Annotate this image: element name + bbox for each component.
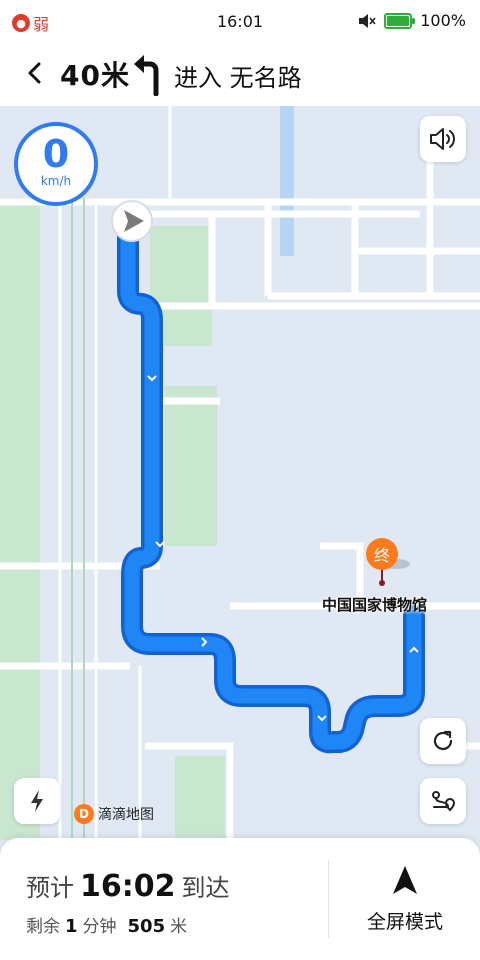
fullscreen-mode-button[interactable]: 全屏模式 bbox=[330, 838, 480, 960]
refresh-icon bbox=[433, 730, 453, 750]
map-brand-label: 滴滴地图 bbox=[98, 807, 154, 823]
route-overview-icon bbox=[432, 791, 456, 812]
remain-min-unit: 分钟 bbox=[82, 917, 117, 937]
current-location-marker bbox=[111, 200, 153, 242]
park-area bbox=[165, 386, 217, 546]
panel-divider bbox=[328, 860, 329, 938]
park-area bbox=[0, 198, 40, 840]
status-right: 100% bbox=[358, 11, 466, 30]
speed-unit: km/h bbox=[40, 174, 72, 188]
trip-info-panel: 预计 16:02 到达 剩余 1 分钟 505 米 全屏模式 bbox=[0, 838, 480, 960]
remain-dist-unit: 米 bbox=[170, 917, 188, 937]
eta-suffix: 到达 bbox=[181, 874, 230, 902]
navigation-arrow-icon bbox=[393, 865, 417, 894]
battery-charging-icon bbox=[384, 12, 416, 29]
next-turn-distance: 40米 bbox=[60, 59, 130, 92]
eta-time: 16:02 bbox=[80, 869, 176, 904]
mute-icon bbox=[359, 13, 376, 28]
eta-prefix: 预计 bbox=[26, 874, 74, 902]
speaker-icon bbox=[430, 128, 455, 150]
refresh-route-button[interactable] bbox=[420, 718, 466, 764]
speed-indicator: 0 km/h bbox=[14, 122, 98, 206]
park-area bbox=[175, 756, 225, 840]
back-button[interactable] bbox=[18, 56, 52, 90]
status-bar: ● 弱 16:01 100% bbox=[0, 0, 480, 42]
map-brand: D 滴滴地图 bbox=[74, 804, 154, 824]
remain-prefix: 剩余 bbox=[26, 917, 60, 937]
eta: 预计 16:02 到达 bbox=[26, 868, 230, 904]
destination-name: 中国国家博物馆 bbox=[322, 596, 428, 614]
nav-header: 40米 进入 无名路 bbox=[0, 42, 480, 106]
remain-distance: 505 bbox=[127, 916, 166, 937]
speed-value: 0 bbox=[42, 132, 70, 176]
next-road-instruction: 进入 无名路 bbox=[174, 64, 302, 92]
water-area bbox=[280, 106, 294, 256]
fullscreen-mode-label: 全屏模式 bbox=[366, 910, 443, 933]
destination-marker-label: 终 bbox=[374, 546, 390, 565]
voice-button[interactable] bbox=[420, 116, 466, 162]
battery-level: 100% bbox=[420, 11, 466, 30]
quick-action-button[interactable] bbox=[14, 778, 60, 824]
map-canvas[interactable]: 终 bbox=[0, 106, 480, 840]
remain-minutes: 1 bbox=[65, 916, 78, 937]
chevron-left-icon bbox=[28, 62, 41, 84]
lightning-icon bbox=[31, 790, 43, 812]
route-overview-button[interactable] bbox=[420, 778, 466, 824]
remaining-info: 剩余 1 分钟 505 米 bbox=[26, 912, 187, 937]
turn-left-arrow-icon bbox=[134, 55, 159, 96]
didi-logo-icon: D bbox=[74, 804, 94, 824]
